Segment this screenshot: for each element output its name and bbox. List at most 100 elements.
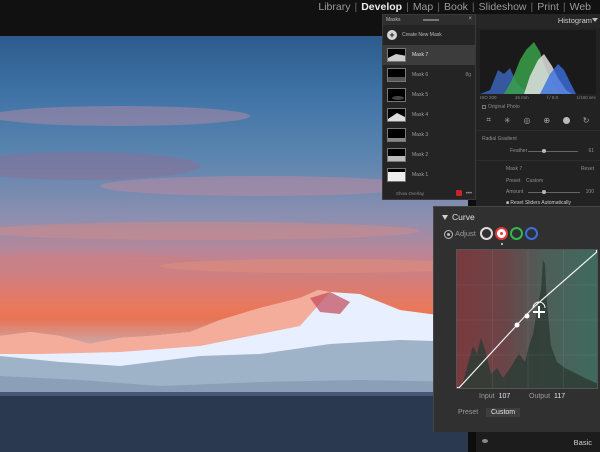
amount-slider-knob[interactable]	[542, 190, 546, 194]
mask-item[interactable]: Mask 1	[383, 165, 475, 185]
masks-title: Masks	[386, 17, 401, 23]
masks-panel: Masks × + Create New Mask Mask 7 Mask 6 …	[382, 14, 476, 200]
feather-slider-knob[interactable]	[542, 149, 546, 153]
eye-icon[interactable]	[482, 439, 488, 443]
histogram-title: Histogram	[557, 16, 592, 25]
mask-name: Mask 5	[412, 92, 429, 98]
mask-extra: 8g	[465, 72, 471, 78]
feather-value: 61	[588, 148, 594, 154]
spot-removal-icon[interactable]: ✳	[504, 116, 511, 125]
output-label: Output	[529, 393, 551, 400]
module-library[interactable]: Library	[315, 1, 353, 13]
create-new-mask-button[interactable]: + Create New Mask	[383, 25, 475, 45]
adjust-label: Adjust	[455, 229, 476, 238]
basic-panel-header[interactable]: Basic	[476, 432, 600, 452]
curve-preset-dropdown[interactable]: Custom	[486, 408, 521, 417]
focal-length: 16 mm	[514, 95, 529, 100]
create-mask-label: Create New Mask	[402, 32, 442, 38]
module-print[interactable]: Print	[534, 1, 562, 13]
input-value: 107	[498, 393, 511, 400]
histogram	[480, 30, 596, 94]
mask-name: Mask 7	[412, 52, 429, 58]
preset-label: Preset	[506, 178, 521, 184]
checkbox-icon[interactable]	[482, 105, 486, 109]
module-book[interactable]: Book	[441, 1, 471, 13]
mask-item[interactable]: Mask 4	[383, 105, 475, 125]
drag-handle-icon[interactable]	[423, 19, 439, 21]
reset-link[interactable]: Reset	[581, 166, 594, 172]
crop-tool-icon[interactable]: ⌗	[486, 115, 491, 125]
tone-curve[interactable]	[457, 250, 598, 389]
overlay-color-swatch[interactable]	[456, 190, 462, 196]
amount-slider[interactable]	[528, 192, 580, 193]
mask-thumbnail	[387, 168, 406, 182]
range-mask-icon[interactable]: ↻	[583, 116, 590, 125]
target-adjust-icon[interactable]	[444, 230, 453, 239]
input-readout: Input 107	[479, 393, 510, 400]
tone-curve-graph[interactable]	[456, 249, 598, 389]
module-picker: Library | Develop | Map | Book | Slidesh…	[315, 0, 594, 14]
curve-preset-label: Preset	[458, 409, 479, 416]
amount-value: 100	[585, 189, 594, 195]
original-photo-label: Original Photo	[488, 104, 520, 110]
module-slideshow[interactable]: Slideshow	[476, 1, 530, 13]
input-label: Input	[479, 393, 495, 400]
red-channel-button[interactable]	[495, 227, 508, 240]
effect-label: Radial Gradient	[482, 136, 517, 142]
preset-value[interactable]: Custom	[526, 178, 543, 184]
histogram-graph	[480, 42, 576, 94]
blue-channel-button[interactable]	[525, 227, 538, 240]
curve-histogram	[458, 260, 597, 388]
iso-value: ISO 200	[480, 95, 497, 100]
aperture: f / 8.0	[546, 95, 559, 100]
active-channel-indicator	[501, 243, 503, 245]
mask-item[interactable]: Mask 5	[383, 85, 475, 105]
mask-thumbnail	[387, 128, 406, 142]
rgb-channel-button[interactable]	[480, 227, 493, 240]
feather-slider[interactable]	[528, 151, 578, 152]
module-map[interactable]: Map	[410, 1, 436, 13]
mask-item[interactable]: Mask 7	[383, 45, 475, 65]
divider	[476, 130, 600, 131]
mask-name: Mask 3	[412, 132, 429, 138]
expand-triangle-icon	[442, 215, 448, 220]
close-icon[interactable]: ×	[468, 16, 472, 22]
mask-name: Mask 6	[412, 72, 429, 78]
basic-label: Basic	[573, 438, 592, 447]
tool-strip: ⌗ ✳ ◎ ⊕ ↻	[480, 114, 596, 126]
mask-thumbnail	[387, 148, 406, 162]
more-options-icon[interactable]: •••	[466, 191, 472, 197]
show-overlay-label: Show Overlay	[396, 190, 425, 196]
collapse-triangle-icon	[592, 18, 598, 22]
amount-label: Amount	[506, 189, 524, 195]
feather-label: Feather	[510, 148, 528, 154]
original-photo-toggle[interactable]: Original Photo	[482, 104, 520, 110]
curve-panel-header[interactable]: Curve	[434, 209, 599, 223]
green-channel-button[interactable]	[510, 227, 523, 240]
output-readout: Output 117	[529, 393, 565, 400]
mask-list: Mask 7 Mask 6 8g Mask 5 Mask 4 Mask 3 Ma…	[383, 45, 475, 185]
mask-item[interactable]: Mask 2	[383, 145, 475, 165]
masking-tool-icon[interactable]: ⊕	[543, 116, 550, 125]
mask-thumbnail	[387, 48, 406, 62]
mask-thumbnail	[387, 108, 406, 122]
mask-thumbnail	[387, 68, 406, 82]
red-eye-icon[interactable]: ◎	[523, 116, 530, 125]
mask-item[interactable]: Mask 3	[383, 125, 475, 145]
shutter-speed: 1/160 sec	[576, 95, 596, 100]
curve-point	[514, 322, 520, 328]
module-develop[interactable]: Develop	[358, 1, 405, 13]
mask-thumbnail	[387, 88, 406, 102]
mask-name: Mask 4	[412, 112, 429, 118]
module-web[interactable]: Web	[567, 1, 594, 13]
mask-item[interactable]: Mask 6 8g	[383, 65, 475, 85]
masks-panel-header[interactable]: Masks ×	[383, 15, 475, 25]
mask-tool-active-icon[interactable]	[562, 116, 570, 124]
plus-icon: +	[387, 30, 397, 40]
histogram-header[interactable]: Histogram	[476, 14, 600, 28]
mask-name: Mask 1	[412, 172, 429, 178]
divider	[476, 160, 600, 161]
curve-title: Curve	[452, 212, 475, 222]
output-value: 117	[554, 393, 566, 400]
camera-info: ISO 200 16 mm f / 8.0 1/160 sec	[480, 95, 596, 103]
